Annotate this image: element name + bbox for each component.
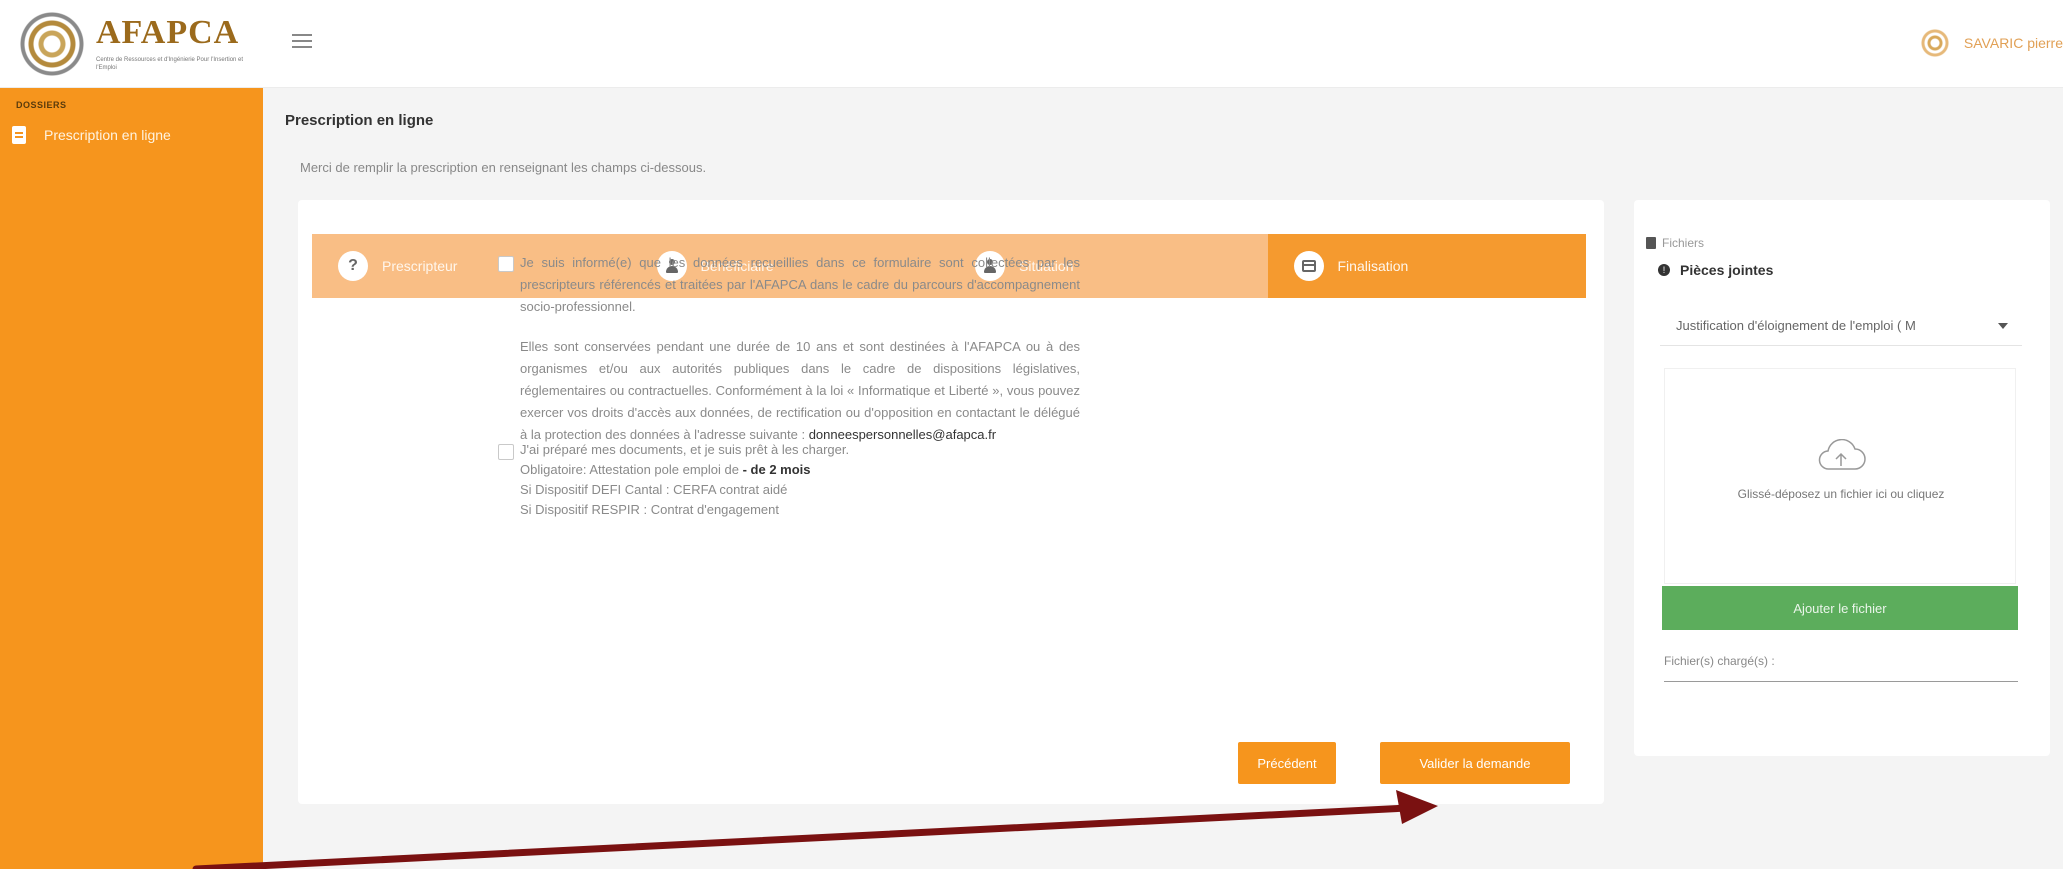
consent-data-checkbox[interactable] xyxy=(498,256,514,272)
avatar xyxy=(1919,28,1950,58)
documents-line-4: Si Dispositif RESPIR : Contrat d'engagem… xyxy=(520,502,779,517)
page-subtitle: Merci de remplir la prescription en rens… xyxy=(300,160,707,175)
calendar-icon xyxy=(1293,251,1324,281)
sidebar-section-label: DOSSIERS xyxy=(16,100,67,110)
caret-down-icon xyxy=(1998,322,2008,329)
documents-line-2-prefix: Obligatoire: Attestation pole emploi de xyxy=(520,462,739,477)
consent-paragraph-1: Je suis informé(e) que les données recue… xyxy=(520,255,1080,314)
files-header: Fichiers xyxy=(1646,236,1704,250)
logo-subtitle: Centre de Ressources et d'Ingénierie Pou… xyxy=(96,57,244,71)
step-finalisation[interactable]: Finalisation xyxy=(1267,234,1586,298)
documents-line-2-bold: - de 2 mois xyxy=(742,462,811,477)
consent-paragraph-2: Elles sont conservées pendant une durée … xyxy=(520,336,1080,446)
question-icon: ? xyxy=(338,251,368,281)
documents-ready-checkbox[interactable] xyxy=(498,444,514,460)
file-icon xyxy=(1646,237,1656,249)
file-dropzone[interactable]: Glissé-déposez un fichier ici ou cliquez xyxy=(1664,368,2016,584)
add-file-button[interactable]: Ajouter le fichier xyxy=(1662,586,2018,630)
top-bar: AFAPCA Centre de Ressources et d'Ingénie… xyxy=(0,0,2063,88)
files-panel: Fichiers ! Pièces jointes Justification … xyxy=(1634,200,2050,756)
attachments-section: ! Pièces jointes xyxy=(1658,262,1773,278)
dropzone-text: Glissé-déposez un fichier ici ou cliquez xyxy=(1737,487,1945,501)
sidebar-item-label: Prescription en ligne xyxy=(44,127,171,143)
documents-line-1: J'ai préparé mes documents, et je suis p… xyxy=(520,442,850,457)
previous-button[interactable]: Précédent xyxy=(1238,742,1336,784)
step-label: Finalisation xyxy=(1337,258,1409,274)
hamburger-menu-icon[interactable] xyxy=(292,34,312,50)
documents-ready-text: J'ai préparé mes documents, et je suis p… xyxy=(520,440,1080,520)
sidebar-item-prescription[interactable]: Prescription en ligne xyxy=(12,126,171,144)
consent-data-text: Je suis informé(e) que les données recue… xyxy=(520,252,1080,446)
document-icon xyxy=(12,126,26,144)
documents-line-3: Si Dispositif DEFI Cantal : CERFA contra… xyxy=(520,482,788,497)
loaded-files-field: Fichier(s) chargé(s) : xyxy=(1664,646,2018,682)
document-type-select[interactable]: Justification d'éloignement de l'emploi … xyxy=(1660,306,2022,346)
user-name: SAVARIC pierre xyxy=(1963,35,2063,51)
step-label: Prescripteur xyxy=(382,258,458,274)
afapca-logo[interactable]: AFAPCA Centre de Ressources et d'Ingénie… xyxy=(20,10,260,80)
prescription-form-card: ? Prescripteur Bénéficiaire Situation Fi… xyxy=(298,200,1604,804)
logo-emblem-icon xyxy=(20,12,84,76)
sidebar: DOSSIERS Prescription en ligne xyxy=(0,88,263,869)
documents-line-2: Obligatoire: Attestation pole emploi de … xyxy=(520,460,1080,480)
logo-title: AFAPCA xyxy=(96,14,240,51)
files-header-label: Fichiers xyxy=(1662,236,1705,250)
page-title: Prescription en ligne xyxy=(285,112,434,129)
cloud-upload-icon xyxy=(1818,439,1866,470)
document-type-select-value: Justification d'éloignement de l'emploi … xyxy=(1676,318,1916,333)
validate-request-button[interactable]: Valider la demande xyxy=(1380,742,1570,784)
attachments-label: Pièces jointes xyxy=(1680,262,1774,278)
user-menu[interactable]: SAVARIC pierre xyxy=(1919,28,2063,58)
info-icon: ! xyxy=(1658,264,1670,276)
